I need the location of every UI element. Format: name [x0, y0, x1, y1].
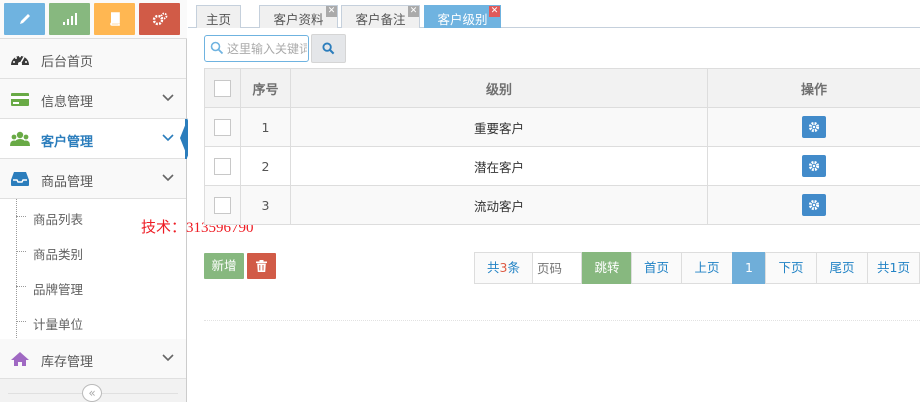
search-input[interactable] — [227, 39, 307, 58]
submenu-item-product-category[interactable]: 商品类别 — [0, 234, 186, 269]
signal-icon — [62, 13, 77, 25]
search-icon — [210, 41, 224, 55]
select-all-checkbox[interactable] — [214, 79, 231, 97]
inbox-icon — [11, 172, 29, 186]
search-button[interactable] — [311, 34, 346, 63]
sidebar-item-products[interactable]: 商品管理 — [0, 159, 186, 199]
chevron-down-icon — [162, 354, 174, 362]
first-page-button[interactable]: 首页 — [631, 252, 682, 284]
row-level: 流动客户 — [290, 185, 708, 225]
book-shortcut-button[interactable] — [94, 3, 135, 35]
sidebar-item-label: 商品管理 — [41, 175, 94, 190]
tab-label: 主页 — [205, 12, 231, 27]
row-level: 重要客户 — [290, 107, 708, 147]
submenu-item-label: 品牌管理 — [33, 282, 84, 297]
chevron-down-icon — [162, 134, 174, 142]
table-row: 1 重要客户 — [204, 107, 920, 147]
close-icon[interactable]: ✕ — [408, 6, 419, 17]
row-index: 3 — [240, 185, 291, 225]
chevron-down-icon — [162, 174, 174, 182]
active-indicator — [180, 118, 188, 158]
row-index: 1 — [240, 107, 291, 147]
add-button[interactable]: 新增 — [204, 253, 244, 279]
pagination: 共3条 跳转 首页 上页 1 下页 尾页 共1页 — [474, 252, 920, 284]
next-page-button[interactable]: 下页 — [765, 252, 817, 284]
close-icon[interactable]: ✕ — [489, 6, 500, 17]
tab-label: 客户备注 — [355, 12, 406, 27]
edit-button[interactable] — [802, 116, 827, 138]
jump-button[interactable]: 跳转 — [582, 252, 632, 284]
table-header-row: 序号 级别 操作 — [204, 68, 920, 108]
submenu-item-label: 商品类别 — [33, 247, 84, 262]
column-header-index: 序号 — [240, 68, 291, 108]
collapse-button[interactable]: « — [82, 384, 102, 402]
sidebar-item-label: 后台首页 — [41, 55, 94, 70]
submenu-item-label: 商品列表 — [33, 212, 84, 227]
signal-shortcut-button[interactable] — [49, 3, 90, 35]
sidebar-item-dashboard[interactable]: 后台首页 — [0, 39, 186, 79]
book-icon — [109, 12, 120, 26]
pager-total-pages: 共1页 — [867, 252, 920, 284]
table-row: 3 流动客户 — [204, 185, 920, 225]
customer-level-table: 序号 级别 操作 1 重要客户 2 潜在客户 3 流动客户 — [204, 68, 920, 225]
divider — [204, 320, 920, 321]
gear-icon — [809, 160, 820, 172]
pencil-shortcut-button[interactable] — [4, 3, 45, 35]
row-checkbox[interactable] — [214, 157, 231, 175]
credit-card-icon — [11, 93, 29, 106]
submenu-item-unit[interactable]: 计量单位 — [0, 304, 186, 339]
delete-button[interactable] — [247, 253, 276, 279]
dashboard-icon — [11, 55, 29, 66]
page-number-input[interactable] — [532, 252, 582, 284]
column-header-level: 级别 — [290, 68, 708, 108]
row-checkbox[interactable] — [214, 118, 231, 136]
sidebar-item-label: 客户管理 — [41, 135, 94, 150]
search-icon — [322, 42, 335, 55]
tab-label: 客户级别 — [437, 12, 488, 27]
search-box — [204, 35, 309, 62]
pager-total: 共3条 — [474, 252, 533, 284]
sidebar-item-customers[interactable]: 客户管理 — [0, 119, 187, 159]
tab-customer-info[interactable]: 客户资料 ✕ — [259, 5, 338, 28]
sidebar-item-label: 库存管理 — [41, 355, 94, 370]
row-index: 2 — [240, 146, 291, 186]
shortcut-bar — [0, 0, 187, 39]
row-level: 潜在客户 — [290, 146, 708, 186]
users-icon — [10, 131, 30, 146]
table-row: 2 潜在客户 — [204, 146, 920, 186]
tab-home[interactable]: 主页 — [196, 5, 241, 28]
select-all-cell — [204, 68, 241, 108]
sidebar-item-info[interactable]: 信息管理 — [0, 79, 186, 119]
chevron-down-icon — [162, 94, 174, 102]
sidebar-item-label: 信息管理 — [41, 95, 94, 110]
gear-icon — [809, 121, 820, 133]
pencil-icon — [19, 14, 30, 24]
sidebar-collapse: « — [0, 380, 186, 402]
trash-icon — [256, 260, 267, 272]
current-page-button[interactable]: 1 — [732, 252, 766, 284]
last-page-button[interactable]: 尾页 — [816, 252, 868, 284]
tab-bar: 主页 客户资料 ✕ 客户备注 ✕ 客户级别 ✕ — [188, 0, 920, 28]
sidebar-item-inventory[interactable]: 库存管理 — [0, 339, 186, 379]
tab-customer-notes[interactable]: 客户备注 ✕ — [341, 5, 420, 28]
cogs-icon — [152, 12, 167, 26]
tab-label: 客户资料 — [273, 12, 324, 27]
edit-button[interactable] — [802, 155, 827, 177]
submenu-item-label: 计量单位 — [33, 317, 84, 332]
submenu-item-brand[interactable]: 品牌管理 — [0, 269, 186, 304]
column-header-action: 操作 — [707, 68, 920, 108]
tab-customer-level[interactable]: 客户级别 ✕ — [424, 5, 501, 28]
row-checkbox[interactable] — [214, 196, 231, 214]
home-icon — [11, 352, 29, 366]
gear-icon — [809, 199, 820, 211]
close-icon[interactable]: ✕ — [326, 6, 337, 17]
cogs-shortcut-button[interactable] — [139, 3, 180, 35]
sidebar: 后台首页 信息管理 客户管理 商品管理 商品列表 商品类别 品牌管理 计量单位 … — [0, 0, 188, 402]
prev-page-button[interactable]: 上页 — [681, 252, 733, 284]
edit-button[interactable] — [802, 194, 827, 216]
